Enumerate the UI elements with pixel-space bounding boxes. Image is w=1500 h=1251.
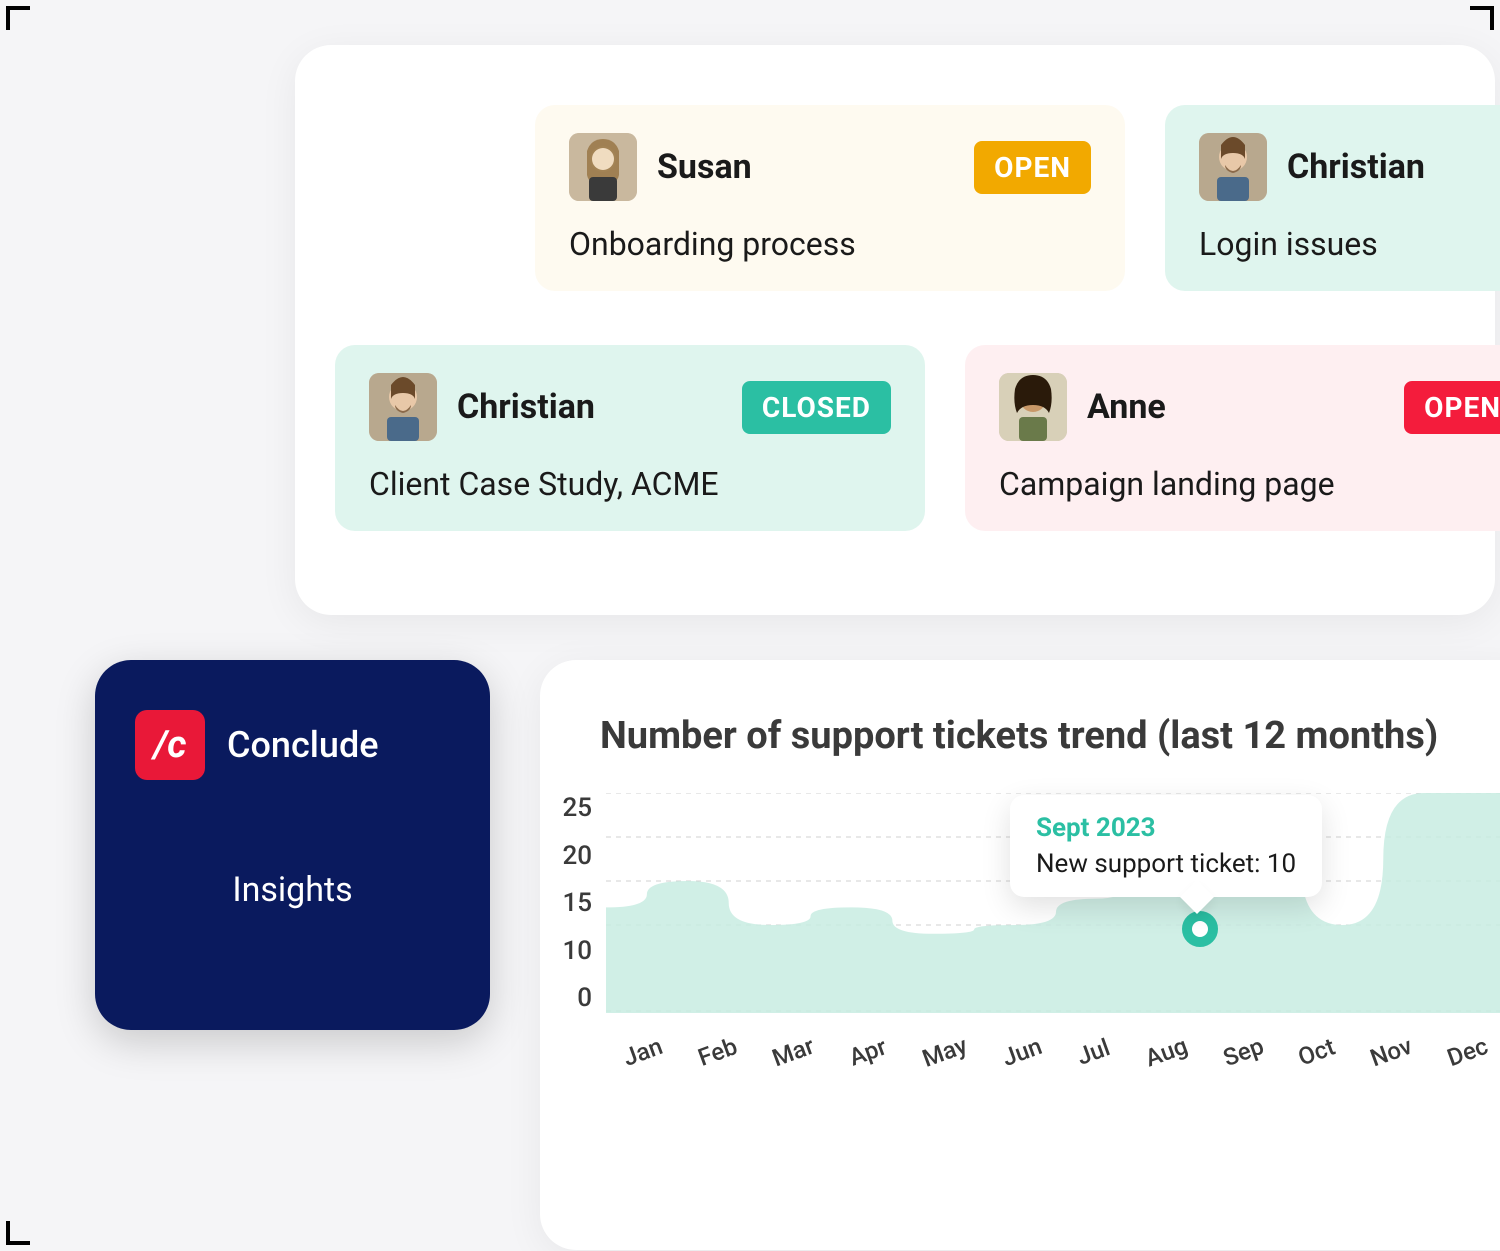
chart-highlight-point[interactable] (1182, 911, 1218, 947)
sidebar-item-insights[interactable]: Insights (135, 870, 450, 910)
x-tick: Jul (1073, 1033, 1113, 1071)
status-badge: OPEN (1404, 381, 1500, 434)
chart-area: 25 20 15 10 0 Sept 2023 New support tick… (600, 793, 1480, 1073)
ticket-title: Client Case Study, ACME (369, 465, 891, 503)
x-tick: Aug (1141, 1032, 1191, 1073)
sidebar-card: /c Conclude Insights (95, 660, 490, 1030)
ticket-title: Login issues (1199, 225, 1500, 263)
tooltip-value: New support ticket: 10 (1036, 849, 1296, 879)
y-tick: 20 (550, 841, 592, 871)
avatar (999, 373, 1067, 441)
tickets-panel: Susan OPEN Onboarding process Christian … (295, 45, 1495, 615)
ticket-card-christian-acme[interactable]: Christian CLOSED Client Case Study, ACME (335, 345, 925, 531)
crop-corner-bl (6, 1221, 30, 1245)
ticket-card-susan[interactable]: Susan OPEN Onboarding process (535, 105, 1125, 291)
ticket-title: Campaign landing page (999, 465, 1500, 503)
x-tick: Jun (999, 1032, 1046, 1072)
chart-title: Number of support tickets trend (last 12… (600, 710, 1480, 763)
crop-corner-tr (1470, 6, 1494, 30)
chart-x-axis: Jan Feb Mar Apr May Jun Jul Aug Sep Oct … (606, 1038, 1500, 1066)
ticket-assignee: Christian (457, 387, 722, 427)
conclude-logo-icon: /c (135, 710, 205, 780)
ticket-card-anne[interactable]: Anne OPEN Campaign landing page (965, 345, 1500, 531)
x-tick: Sep (1219, 1032, 1267, 1072)
avatar (569, 133, 637, 201)
crop-corner-tl (6, 6, 30, 30)
y-tick: 0 (550, 983, 592, 1013)
status-badge: CLOSED (742, 381, 891, 434)
status-badge: OPEN (974, 141, 1091, 194)
x-tick: Apr (846, 1033, 891, 1072)
chart-tooltip: Sept 2023 New support ticket: 10 (1010, 795, 1322, 897)
x-tick: Mar (769, 1032, 818, 1073)
x-tick: Nov (1367, 1032, 1416, 1073)
sidebar-brand: /c Conclude (135, 710, 450, 780)
x-tick: Jan (620, 1032, 667, 1072)
ticket-assignee: Susan (657, 147, 954, 187)
tooltip-month: Sept 2023 (1036, 813, 1296, 843)
x-tick: Dec (1444, 1032, 1492, 1072)
ticket-card-christian-login[interactable]: Christian Login issues (1165, 105, 1500, 291)
ticket-assignee: Anne (1087, 387, 1384, 427)
ticket-title: Onboarding process (569, 225, 1091, 263)
y-tick: 10 (550, 936, 592, 966)
ticket-assignee: Christian (1287, 147, 1500, 187)
chart-y-axis: 25 20 15 10 0 (550, 793, 592, 1013)
chart-panel: Number of support tickets trend (last 12… (540, 660, 1500, 1250)
x-tick: May (919, 1031, 971, 1073)
x-tick: Feb (694, 1032, 741, 1072)
y-tick: 15 (550, 888, 592, 918)
avatar (1199, 133, 1267, 201)
sidebar-brand-name: Conclude (227, 724, 379, 766)
x-tick: Oct (1295, 1033, 1339, 1072)
y-tick: 25 (550, 793, 592, 823)
avatar (369, 373, 437, 441)
